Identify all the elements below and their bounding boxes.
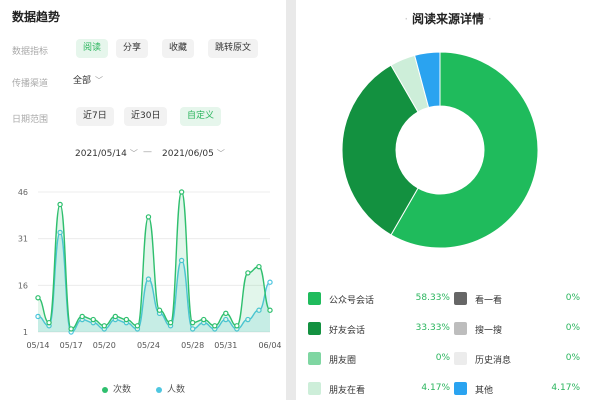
series-point-0 [189,319,196,326]
chevron-down-icon: ﹀ [95,76,104,85]
y-tick-label: 31 [18,235,28,244]
legend-percent: 58.33% [415,293,450,303]
x-tick-label: 05/24 [137,341,160,350]
legend-swatch [308,322,321,335]
legend-item-0: 公众号会话 58.33% [308,292,450,308]
x-tick-label: 05/14 [26,341,49,350]
channel-value: 全部 [73,76,92,86]
legend-count: 次数 [102,382,131,395]
metric-chip-read[interactable]: 阅读 [76,39,109,58]
legend-name: 公众号会话 [329,296,375,306]
legend-people-dot [156,386,162,393]
channel-select[interactable]: 全部 ﹀ [73,73,103,86]
series-point-0 [123,316,130,323]
legend-name: 朋友圈 [329,356,357,366]
series-point-0 [57,201,63,208]
series-point-0 [201,316,207,323]
trend-panel: 数据趋势 数据指标 阅读 分享 收藏 跳转原文 传播渠道 全部 ﹀ 日期范围 近7… [0,0,286,400]
trend-chart: 46 31 16 1 05/14 05/17 05/20 05/24 05/28 05/31 06/… [18,188,282,350]
legend-swatch [308,382,321,395]
metric-chip-share[interactable]: 分享 [116,39,149,58]
series-point-0 [112,313,119,320]
series-point-0 [256,263,262,270]
trend-title: 数据趋势 [12,10,61,24]
legend-percent: 0% [565,353,580,363]
series-point-0 [223,310,229,317]
series-point-0 [46,319,52,326]
series-point-0 [167,319,174,326]
legend-people-label: 人数 [167,385,186,395]
legend-count-dot [102,386,108,393]
series-point-0 [79,313,85,320]
series-point-0 [212,323,218,329]
legend-name: 其他 [475,386,494,396]
legend-swatch [454,382,467,395]
y-tick-label: 46 [18,188,28,197]
series-point-0 [68,326,74,332]
x-tick-label: 05/28 [181,341,204,350]
legend-swatch [454,322,467,335]
legend-swatch [308,352,321,365]
legend-item-1: 好友会话 33.33% [308,322,450,338]
series-point-0 [234,323,240,329]
series-point-0 [156,307,163,313]
legend-percent: 4.17% [421,383,450,393]
legend-item-4: 看一看 0% [454,292,580,308]
legend-name: 搜一搜 [475,326,503,336]
legend-percent: 33.33% [415,323,450,333]
range-chip-7d[interactable]: 近7日 [76,107,114,126]
series-point-0 [178,189,185,195]
series-point-0 [90,316,96,323]
legend-percent: 0% [565,293,580,303]
end-date: 2021/06/05 [162,149,214,159]
series-point-0 [35,295,41,301]
metric-label: 数据指标 [12,47,49,57]
legend-name: 朋友在看 [329,386,366,396]
end-date-picker[interactable]: 2021/06/05 ﹀ [162,148,225,159]
chevron-down-icon: ﹀ [129,149,138,158]
legend-percent: 4.17% [551,383,580,393]
legend-name: 好友会话 [329,326,366,336]
source-title: · 阅读来源详情 · [404,12,492,26]
legend-item-7: 其他 4.17% [454,382,580,398]
legend-name: 看一看 [475,296,503,306]
legend-item-3: 朋友在看 4.17% [308,382,450,398]
start-date-picker[interactable]: 2021/05/14 ﹀ [75,148,138,159]
series-point-0 [267,307,273,313]
source-donut-chart [341,51,539,249]
legend-swatch [454,292,467,305]
series-point-0 [245,270,251,276]
x-tick-label: 05/20 [93,341,116,350]
legend-people: 人数 [156,382,185,395]
legend-swatch [308,292,321,305]
start-date: 2021/05/14 [75,149,127,159]
legend-item-2: 朋友圈 0% [308,352,450,368]
source-title-text: 阅读来源详情 [411,12,484,26]
y-tick-label: 16 [18,281,28,290]
legend-percent: 0% [435,353,450,363]
legend-name: 历史消息 [475,356,512,366]
x-tick-label: 05/31 [214,341,237,350]
series-point-1 [267,279,273,285]
date-separator: — [143,147,152,157]
channel-label: 传播渠道 [12,79,49,89]
metric-chip-jump[interactable]: 跳转原文 [208,39,259,58]
legend-swatch [454,352,467,365]
legend-item-6: 历史消息 0% [454,352,580,368]
range-label: 日期范围 [12,115,49,125]
range-chip-custom[interactable]: 自定义 [180,107,222,126]
series-point-0 [101,323,107,329]
legend-item-5: 搜一搜 0% [454,322,580,338]
x-tick-label: 05/17 [60,341,83,350]
y-tick-label: 1 [23,328,28,337]
x-tick-label: 06/04 [258,341,281,350]
legend-percent: 0% [565,323,580,333]
metric-chip-favorite[interactable]: 收藏 [162,39,195,58]
legend-count-label: 次数 [113,385,132,395]
series-point-0 [145,214,152,220]
series-point-0 [134,323,141,329]
range-chip-30d[interactable]: 近30日 [124,107,168,126]
source-panel: · 阅读来源详情 · 公众号会话 58.33% 好友会话 33.33% 朋友圈 0% 朋友在… [296,0,600,400]
chevron-down-icon: ﹀ [216,149,225,158]
